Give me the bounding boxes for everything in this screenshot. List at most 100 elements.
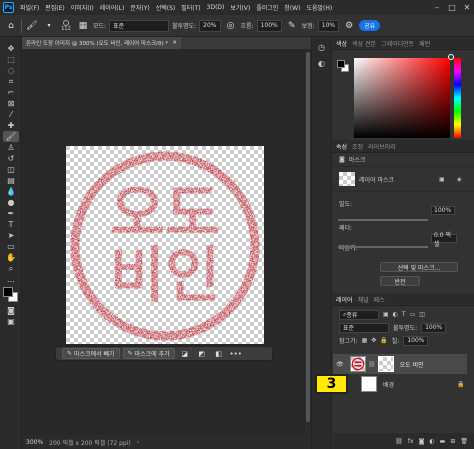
type-tool-icon[interactable]: T	[3, 219, 19, 230]
path-select-tool-icon[interactable]: ➤	[3, 230, 19, 241]
layer-opacity-field[interactable]: 100%	[421, 322, 447, 333]
background-lock-icon[interactable]: 🔒	[457, 381, 464, 388]
eraser-tool-icon[interactable]: ◫	[3, 164, 19, 175]
feather-field[interactable]: 0.0 픽셀	[431, 232, 457, 248]
maximize-icon[interactable]: □	[445, 0, 459, 15]
hand-tool-icon[interactable]: ✋	[3, 252, 19, 263]
tab-swatches[interactable]: 색상 견본	[352, 39, 376, 48]
pen-tool-icon[interactable]: ✒	[3, 208, 19, 219]
chevron-right-icon[interactable]: ›	[137, 439, 139, 446]
layer-mask-thumbnail[interactable]	[377, 356, 394, 372]
fill-field[interactable]: 100%	[403, 335, 429, 346]
feather-slider[interactable]	[338, 246, 428, 248]
brush-preset-icon[interactable]: 🖌	[25, 19, 39, 33]
healing-tool-icon[interactable]: ✚	[3, 120, 19, 131]
pressure-opacity-icon[interactable]: ◎	[224, 19, 238, 33]
brush-size-picker[interactable]: 112	[59, 19, 73, 32]
opacity-field[interactable]: 20%	[199, 19, 221, 32]
dodge-tool-icon[interactable]: ●	[3, 197, 19, 208]
minimize-icon[interactable]: –	[430, 0, 444, 15]
menu-image[interactable]: 이미지(I)	[68, 3, 97, 12]
invert-button[interactable]: 반전	[380, 276, 420, 286]
zoom-tool-icon[interactable]: ⌕	[3, 263, 19, 274]
layer-thumbnail[interactable]	[350, 356, 366, 372]
tab-adjustments[interactable]: 조정	[352, 142, 363, 151]
link-icon[interactable]: ⛓	[395, 438, 403, 445]
layer-filter-select[interactable]: ⌕ 종류	[339, 309, 379, 320]
gear-icon[interactable]: ⚙	[342, 19, 356, 33]
lock-position-icon[interactable]: ✥	[371, 337, 376, 344]
mask-icon[interactable]: ◙	[419, 438, 425, 445]
filter-pixel-icon[interactable]: ▣	[383, 311, 389, 318]
delete-icon[interactable]: 🗑	[460, 438, 468, 445]
tab-layers[interactable]: 레이어	[336, 295, 353, 304]
stamp-tool-icon[interactable]: ♙	[3, 142, 19, 153]
home-icon[interactable]: ⌂	[4, 19, 18, 33]
scrollbar-thumb[interactable]	[306, 52, 310, 422]
menu-filter[interactable]: 필터(T)	[178, 3, 203, 12]
layer-row-background[interactable]: 배경 🔒	[333, 374, 467, 394]
menu-help[interactable]: 도움말(H)	[303, 3, 335, 12]
tab-paths[interactable]: 패스	[374, 295, 385, 304]
blend-mode-select[interactable]: 표준	[339, 322, 389, 333]
tab-channels[interactable]: 채널	[358, 295, 369, 304]
chevron-down-icon[interactable]: ▾	[42, 19, 56, 33]
share-button[interactable]: 공유	[359, 20, 381, 31]
flow-field[interactable]: 100%	[256, 19, 282, 32]
adjustments-icon[interactable]: ◐	[315, 57, 328, 69]
tab-properties[interactable]: 속성	[336, 142, 347, 151]
more-tools-icon[interactable]: …	[3, 274, 19, 285]
menu-layer[interactable]: 레이어(L)	[97, 3, 128, 12]
marquee-tool-icon[interactable]: ⬚	[3, 54, 19, 65]
crop-tool-icon[interactable]: ⌐	[3, 87, 19, 98]
shape-tool-icon[interactable]: ▭	[3, 241, 19, 252]
close-icon[interactable]: ✕	[460, 0, 474, 15]
filter-adjustment-icon[interactable]: ◐	[393, 311, 398, 318]
object-select-tool-icon[interactable]: ⌗	[3, 76, 19, 87]
select-and-mask-button[interactable]: 선택 및 마스크...	[380, 262, 458, 272]
menu-file[interactable]: 파일(F)	[17, 3, 42, 12]
color-field[interactable]	[354, 58, 450, 138]
color-swatches[interactable]	[3, 287, 19, 303]
menu-select[interactable]: 선택(S)	[153, 3, 179, 12]
panel-foreground-swatch[interactable]	[337, 60, 345, 68]
close-tab-icon[interactable]: ✕	[172, 40, 177, 46]
menu-3d[interactable]: 3D(D)	[204, 4, 228, 11]
menu-plugins[interactable]: 플러그인	[253, 3, 281, 12]
subtract-from-mask-button[interactable]: ✎ 마스크에서 빼기	[62, 348, 120, 359]
background-thumbnail[interactable]	[361, 376, 377, 392]
eye-icon[interactable]: 👁	[336, 361, 346, 368]
more-options-button[interactable]: •••	[229, 348, 243, 359]
quick-mask-icon[interactable]: ◙	[3, 305, 19, 316]
hue-slider[interactable]	[454, 58, 461, 138]
app-logo[interactable]: Ps	[3, 2, 14, 13]
add-to-mask-button[interactable]: ✎ 마스크에 추가	[122, 348, 175, 359]
panel-color-swatches[interactable]	[337, 60, 349, 72]
move-tool-icon[interactable]: ✥	[3, 43, 19, 54]
pixel-mask-icon[interactable]: ▣	[439, 176, 445, 183]
history-brush-tool-icon[interactable]: ↺	[3, 153, 19, 164]
adjustment-icon[interactable]: ◐	[429, 438, 434, 445]
frame-tool-icon[interactable]: ⊠	[3, 98, 19, 109]
lock-icon[interactable]: 🔒	[380, 337, 387, 344]
menu-edit[interactable]: 편집(E)	[42, 3, 68, 12]
tab-gradients[interactable]: 그레이디언트	[381, 39, 414, 48]
lasso-tool-icon[interactable]: ◌	[3, 65, 19, 76]
eyedropper-tool-icon[interactable]: ⁄	[3, 109, 19, 120]
tab-patterns[interactable]: 패턴	[419, 39, 430, 48]
gradient-tool-icon[interactable]: ▤	[3, 175, 19, 186]
brush-settings-icon[interactable]: ▦	[76, 19, 90, 33]
mode-select[interactable]: 표준	[109, 19, 170, 32]
menu-type[interactable]: 문자(Y)	[127, 3, 152, 12]
density-slider[interactable]	[338, 219, 428, 221]
history-icon[interactable]: ◷	[315, 41, 328, 53]
new-layer-icon[interactable]: ⊞	[450, 438, 455, 445]
brush-tool-icon[interactable]: 🖌	[3, 131, 19, 142]
filter-shape-icon[interactable]: ▭	[410, 311, 416, 318]
airbrush-icon[interactable]: ✎	[285, 19, 299, 33]
mask-invert-icon[interactable]: ◪	[178, 348, 192, 359]
layer-row-stamp[interactable]: 👁 ⛓ 오도 비인	[333, 354, 467, 374]
fx-icon[interactable]: fx	[408, 438, 414, 445]
filter-smart-icon[interactable]: ◫	[419, 311, 425, 318]
menu-view[interactable]: 보기(V)	[227, 3, 253, 12]
